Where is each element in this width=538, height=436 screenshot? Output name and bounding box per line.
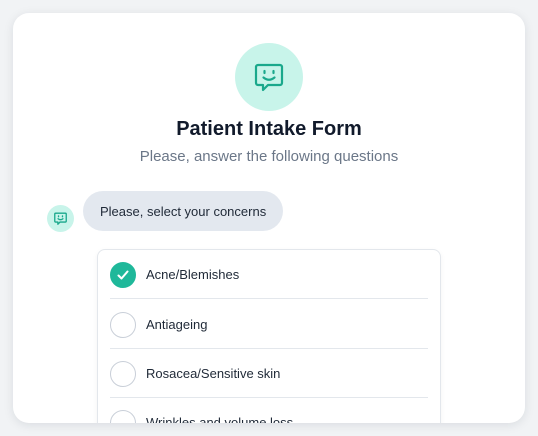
option-wrinkles-volume-loss[interactable]: Wrinkles and volume loss xyxy=(110,398,428,423)
option-rosacea-sensitive-skin[interactable]: Rosacea/Sensitive skin xyxy=(110,349,428,398)
checkbox-unchecked-icon[interactable] xyxy=(110,360,136,387)
option-label: Wrinkles and volume loss xyxy=(146,415,294,423)
divider xyxy=(110,298,428,299)
checkbox-unchecked-icon[interactable] xyxy=(110,409,136,423)
option-label: Acne/Blemishes xyxy=(146,267,240,282)
option-acne-blemishes[interactable]: Acne/Blemishes xyxy=(110,250,428,299)
checkbox-checked-icon[interactable] xyxy=(110,261,136,288)
checkbox-unchecked-icon[interactable] xyxy=(110,311,136,338)
smiley-chat-icon xyxy=(235,43,303,111)
form-subtitle: Please, answer the following questions xyxy=(139,148,399,165)
option-label: Rosacea/Sensitive skin xyxy=(146,366,281,381)
option-antiageing[interactable]: Antiageing xyxy=(110,300,428,349)
question-text: Please, select your concerns xyxy=(100,203,267,219)
option-label: Antiageing xyxy=(146,317,208,332)
intake-card: Patient Intake Form Please, answer the f… xyxy=(13,13,525,423)
bot-avatar-icon xyxy=(47,205,74,232)
question-bubble: Please, select your concerns xyxy=(83,191,284,231)
form-title: Patient Intake Form xyxy=(176,118,362,140)
concerns-options-list: Acne/Blemishes Antiageing Rosacea/Sensit… xyxy=(97,249,441,423)
